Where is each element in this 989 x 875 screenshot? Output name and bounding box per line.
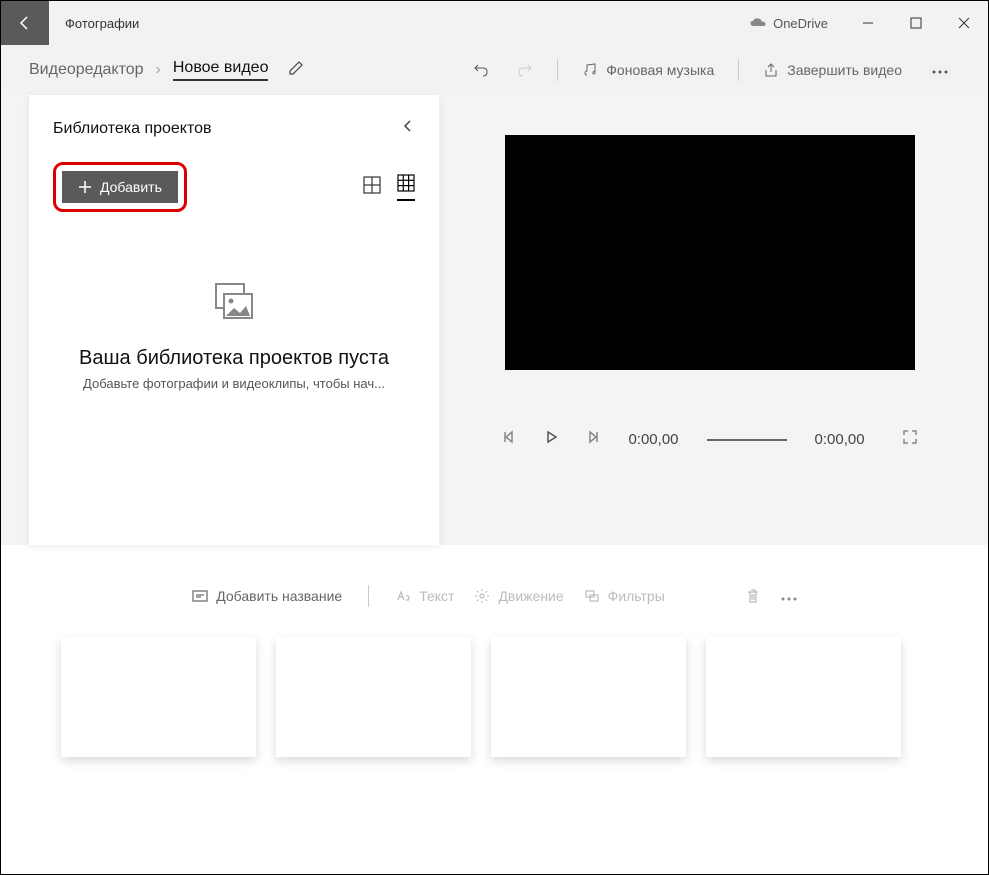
empty-state: Ваша библиотека проектов пуста Добавьте … <box>53 282 415 391</box>
storyboard-slot[interactable] <box>61 637 256 757</box>
onedrive-status[interactable]: OneDrive <box>733 16 844 31</box>
arrow-left-icon <box>17 15 33 31</box>
titlebar: Фотографии OneDrive <box>1 1 988 45</box>
view-large-grid[interactable] <box>363 176 381 199</box>
bg-music-button[interactable]: Фоновая музыка <box>572 56 724 84</box>
add-button[interactable]: Добавить <box>62 171 178 203</box>
preview-area: 0:00,00 0:00,00 <box>471 95 988 545</box>
add-title-button[interactable]: Добавить название <box>192 588 342 604</box>
library-panel: Библиотека проектов Добавить <box>29 95 439 545</box>
separator <box>557 59 558 81</box>
export-icon <box>763 62 779 78</box>
separator <box>738 59 739 81</box>
finish-button[interactable]: Завершить видео <box>753 56 912 84</box>
motion-icon <box>474 588 490 604</box>
storyboard-area: Добавить название Текст Движение Фильтры <box>1 565 988 797</box>
toolbar: Видеоредактор › Новое видео Фоновая музы… <box>1 45 988 95</box>
redo-button[interactable] <box>507 56 543 84</box>
onedrive-label: OneDrive <box>773 16 828 31</box>
fullscreen-button[interactable] <box>903 430 917 449</box>
back-button[interactable] <box>1 1 49 45</box>
more-button[interactable] <box>920 55 960 85</box>
empty-subtitle: Добавьте фотографии и видеоклипы, чтобы … <box>53 376 415 391</box>
cloud-icon <box>749 17 767 29</box>
add-button-highlight: Добавить <box>53 162 187 212</box>
video-preview[interactable] <box>505 135 915 370</box>
prev-frame-button[interactable] <box>502 430 516 449</box>
window-controls <box>844 1 988 45</box>
motion-label: Движение <box>498 588 563 604</box>
main-area: Библиотека проектов Добавить <box>1 95 988 545</box>
title-card-icon <box>192 588 208 604</box>
storyboard-slot[interactable] <box>491 637 686 757</box>
breadcrumb-root[interactable]: Видеоредактор <box>29 61 144 79</box>
motion-button[interactable]: Движение <box>474 588 563 604</box>
storyboard-slot[interactable] <box>706 637 901 757</box>
progress-bar[interactable] <box>707 439 787 441</box>
minimize-button[interactable] <box>844 1 892 45</box>
empty-library-icon <box>210 282 258 322</box>
time-current: 0:00,00 <box>628 431 678 448</box>
trash-icon <box>745 588 761 604</box>
delete-button[interactable] <box>745 588 761 604</box>
breadcrumb-current[interactable]: Новое видео <box>173 59 269 81</box>
filters-label: Фильтры <box>608 588 665 604</box>
bg-music-label: Фоновая музыка <box>606 62 714 78</box>
music-icon <box>582 62 598 78</box>
text-label: Текст <box>419 588 454 604</box>
storyboard-slot[interactable] <box>276 637 471 757</box>
separator <box>368 585 369 607</box>
view-small-grid[interactable] <box>397 174 415 201</box>
finish-label: Завершить видео <box>787 62 902 78</box>
time-total: 0:00,00 <box>815 431 865 448</box>
add-title-label: Добавить название <box>216 588 342 604</box>
storyboard <box>61 637 928 757</box>
filters-button[interactable]: Фильтры <box>584 588 665 604</box>
more-button[interactable] <box>781 588 797 604</box>
play-button[interactable] <box>544 430 558 449</box>
close-button[interactable] <box>940 1 988 45</box>
app-title: Фотографии <box>49 16 155 31</box>
collapse-button[interactable] <box>401 119 415 138</box>
maximize-button[interactable] <box>892 1 940 45</box>
text-button[interactable]: Текст <box>395 588 454 604</box>
chevron-right-icon: › <box>152 61 165 79</box>
add-button-label: Добавить <box>100 179 162 195</box>
library-title: Библиотека проектов <box>53 120 212 138</box>
next-frame-button[interactable] <box>586 430 600 449</box>
undo-button[interactable] <box>463 56 499 84</box>
empty-title: Ваша библиотека проектов пуста <box>53 347 415 370</box>
filters-icon <box>584 588 600 604</box>
text-icon <box>395 588 411 604</box>
plus-icon <box>78 180 92 194</box>
edit-icon[interactable] <box>288 60 304 81</box>
storyboard-toolbar: Добавить название Текст Движение Фильтры <box>61 585 928 607</box>
player-controls: 0:00,00 0:00,00 <box>471 430 948 449</box>
